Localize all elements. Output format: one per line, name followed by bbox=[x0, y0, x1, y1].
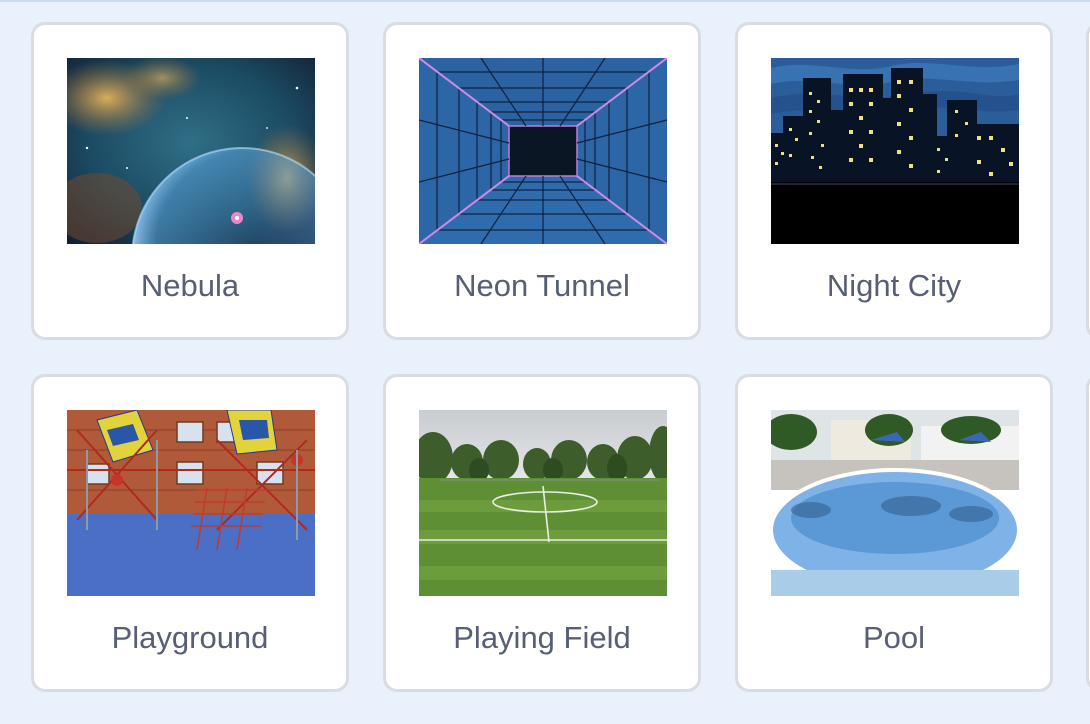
nebula-thumbnail bbox=[67, 58, 315, 244]
library-item-partial[interactable] bbox=[1086, 22, 1090, 340]
backdrop-library-grid: Nebula Neon Tunnel Night City Playground… bbox=[0, 0, 1090, 724]
pool-thumbnail bbox=[771, 410, 1019, 596]
library-item-partial[interactable] bbox=[1086, 374, 1090, 692]
item-label: Nebula bbox=[140, 268, 240, 303]
library-item-nebula[interactable]: Nebula bbox=[31, 22, 349, 340]
library-item-playground[interactable]: Playground bbox=[31, 374, 349, 692]
item-label: Playing Field bbox=[453, 620, 631, 655]
item-label: Playground bbox=[111, 620, 269, 655]
neon-tunnel-thumbnail bbox=[419, 58, 667, 244]
night-city-thumbnail bbox=[771, 58, 1019, 244]
playing-field-thumbnail bbox=[419, 410, 667, 596]
item-label: Night City bbox=[826, 268, 962, 303]
playground-thumbnail bbox=[67, 410, 315, 596]
item-label: Pool bbox=[862, 620, 926, 655]
library-item-pool[interactable]: Pool bbox=[735, 374, 1053, 692]
item-label: Neon Tunnel bbox=[454, 268, 630, 303]
library-item-playing-field[interactable]: Playing Field bbox=[383, 374, 701, 692]
library-item-night-city[interactable]: Night City bbox=[735, 22, 1053, 340]
library-item-neon-tunnel[interactable]: Neon Tunnel bbox=[383, 22, 701, 340]
